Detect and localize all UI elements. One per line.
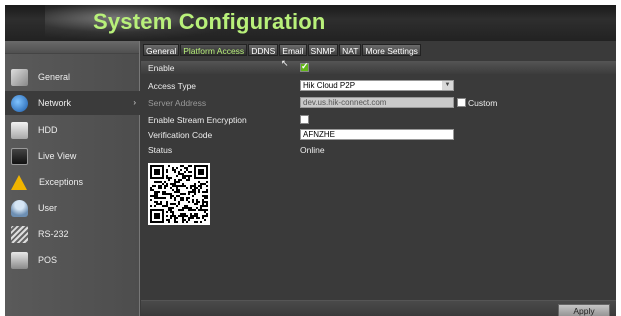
sidebar: General Network › HDD Live View Exceptio… (5, 41, 140, 316)
tab-snmp[interactable]: SNMP (307, 44, 339, 56)
chevron-down-icon[interactable]: ▼ (442, 81, 453, 90)
server-address-value: dev.us.hik-connect.com (303, 98, 387, 107)
checkmark-icon: ✓ (301, 61, 309, 71)
sidebar-item-live-view[interactable]: Live View (5, 144, 140, 168)
sidebar-item-label: POS (38, 255, 58, 265)
user-icon (11, 199, 28, 217)
stream-encryption-checkbox[interactable] (300, 115, 309, 124)
verification-code-row: Verification Code AFNZHE (141, 128, 616, 141)
access-type-label: Access Type (148, 80, 197, 91)
server-address-row: Server Address dev.us.hik-connect.com Cu… (141, 96, 616, 109)
status-row: Status Online (141, 143, 616, 156)
content-panel: General Platform Access DDNS Email SNMP … (141, 41, 616, 316)
enable-row: Enable ✓ (141, 61, 616, 74)
network-globe-icon (11, 94, 28, 112)
sidebar-item-hdd[interactable]: HDD (5, 118, 140, 142)
stream-encryption-row: Enable Stream Encryption (141, 113, 616, 126)
monitor-icon (11, 147, 28, 165)
sidebar-item-label: RS-232 (38, 229, 69, 239)
tab-nat[interactable]: NAT (339, 44, 362, 56)
sidebar-item-rs232[interactable]: RS-232 (5, 222, 140, 246)
access-type-select[interactable]: Hik Cloud P2P ▼ (300, 80, 454, 91)
gear-icon (11, 68, 28, 86)
tab-bar: General Platform Access DDNS Email SNMP … (143, 44, 422, 56)
access-type-row: Access Type Hik Cloud P2P ▼ (141, 79, 616, 92)
bottom-bar: Apply (141, 300, 616, 316)
sidebar-item-general[interactable]: General (5, 65, 140, 89)
mouse-cursor-icon: ↖ (281, 58, 289, 68)
sidebar-item-label: General (38, 72, 71, 82)
main-body: General Network › HDD Live View Exceptio… (5, 41, 616, 316)
apply-button[interactable]: Apply (558, 304, 610, 316)
chevron-right-icon: › (133, 98, 136, 107)
stream-encryption-label: Enable Stream Encryption (148, 114, 247, 125)
status-label: Status (148, 144, 173, 155)
sidebar-item-user[interactable]: User (5, 196, 140, 220)
warning-icon (11, 174, 27, 190)
sidebar-item-exceptions[interactable]: Exceptions (5, 170, 140, 194)
verification-code-label: Verification Code (148, 129, 213, 140)
tab-more-settings[interactable]: More Settings (362, 44, 421, 56)
tab-email[interactable]: Email (279, 44, 307, 56)
verification-code-input[interactable]: AFNZHE (300, 129, 454, 140)
hdd-icon (11, 121, 28, 139)
tab-platform-access[interactable]: Platform Access (180, 44, 248, 56)
sidebar-item-pos[interactable]: POS (5, 248, 140, 272)
sidebar-item-label: Network (38, 98, 72, 108)
qr-code-icon (148, 163, 210, 225)
sidebar-top-strip (5, 41, 139, 54)
access-type-value: Hik Cloud P2P (303, 81, 356, 90)
sidebar-item-label: Exceptions (39, 177, 84, 187)
verification-code-value: AFNZHE (303, 130, 335, 139)
status-value: Online (300, 145, 325, 155)
pos-terminal-icon (11, 251, 28, 269)
sidebar-item-label: HDD (38, 125, 58, 135)
enable-checkbox[interactable]: ✓ (300, 61, 309, 72)
custom-label: Custom (468, 98, 498, 108)
sidebar-item-network[interactable]: Network › (5, 91, 140, 115)
page-title: System Configuration (93, 9, 326, 34)
custom-checkbox[interactable] (457, 98, 466, 107)
app-window: System Configuration General Network › H… (0, 0, 621, 316)
enable-label: Enable (148, 62, 175, 73)
server-address-label: Server Address (148, 97, 207, 108)
server-address-field[interactable]: dev.us.hik-connect.com (300, 97, 454, 108)
sidebar-item-label: User (38, 203, 58, 213)
serial-port-icon (11, 225, 28, 243)
sidebar-item-label: Live View (38, 151, 77, 161)
tab-ddns[interactable]: DDNS (248, 44, 279, 56)
tab-general[interactable]: General (143, 44, 180, 56)
title-bar: System Configuration (5, 5, 616, 41)
